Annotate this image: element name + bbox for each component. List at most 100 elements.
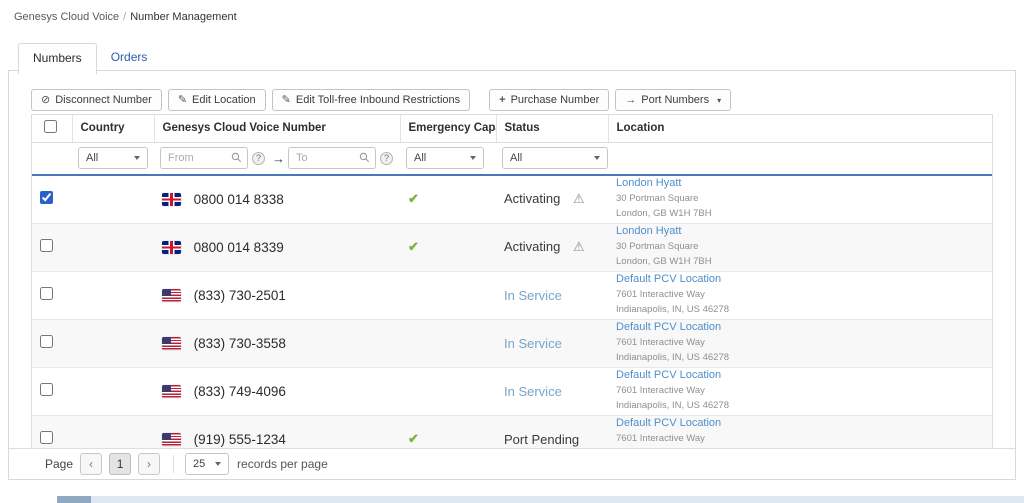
country-filter-value: All — [86, 152, 98, 164]
search-icon — [359, 152, 370, 163]
number-from-filter — [160, 147, 248, 169]
location-address-line: Indianapolis, IN, US 46278 — [616, 351, 984, 366]
status-warning-icon: ⚠ — [573, 239, 585, 254]
page-label: Page — [45, 457, 73, 471]
help-icon[interactable]: ? — [252, 152, 265, 165]
column-header-number: Genesys Cloud Voice Number — [154, 115, 400, 142]
breadcrumb: Genesys Cloud Voice / Number Management — [0, 0, 1024, 23]
port-numbers-label: Port Numbers — [641, 94, 709, 106]
column-header-location: Location — [608, 115, 992, 142]
purchase-number-button[interactable]: + Purchase Number — [489, 89, 609, 111]
column-header-country: Country — [72, 115, 154, 142]
status-filter-value: All — [510, 152, 522, 164]
location-link[interactable]: Default PCV Location — [616, 321, 984, 333]
row-checkbox[interactable] — [40, 431, 53, 444]
port-numbers-button[interactable]: → Port Numbers ▾ — [615, 89, 731, 111]
table-row: (833) 730-3558 In Service Default PCV Lo… — [32, 319, 992, 367]
next-page-button[interactable]: › — [138, 453, 160, 475]
page-size-select[interactable]: 25 — [185, 453, 229, 475]
number-to-filter — [288, 147, 376, 169]
phone-number: 0800 014 8339 — [194, 240, 284, 255]
prev-page-button[interactable]: ‹ — [80, 453, 102, 475]
location-address-line: 7601 Interactive Way — [616, 384, 984, 399]
port-arrow-icon: → — [625, 95, 636, 106]
location-address-line: 7601 Interactive Way — [616, 336, 984, 351]
us-flag-icon — [162, 289, 181, 302]
disconnect-icon: ⊘ — [41, 95, 50, 106]
numbers-table: Country Genesys Cloud Voice Number Emerg… — [31, 114, 993, 450]
scrollbar-track[interactable] — [90, 496, 1024, 503]
records-per-page-label: records per page — [237, 457, 328, 471]
chevron-down-icon: ▾ — [717, 96, 721, 105]
edit-icon: ✎ — [282, 95, 291, 106]
purchase-number-label: Purchase Number — [511, 94, 600, 106]
plus-icon: + — [499, 95, 505, 106]
emergency-filter-select[interactable]: All — [406, 147, 484, 169]
phone-number: (833) 730-2501 — [194, 288, 286, 303]
location-address-line: Indianapolis, IN, US 46278 — [616, 303, 984, 318]
tab-orders[interactable]: Orders — [97, 43, 162, 74]
status-text: In Service — [504, 288, 562, 303]
location-link[interactable]: London Hyatt — [616, 177, 984, 189]
location-link[interactable]: London Hyatt — [616, 225, 984, 237]
emergency-check-icon: ✔ — [408, 431, 419, 446]
chevron-down-icon — [134, 156, 140, 160]
location-address-line: London, GB W1H 7BH — [616, 255, 984, 270]
breadcrumb-current: Number Management — [130, 11, 236, 23]
table-row: 0800 014 8339 ✔ Activating ⚠ London Hyat… — [32, 223, 992, 271]
table-row: (833) 730-2501 In Service Default PCV Lo… — [32, 271, 992, 319]
row-checkbox[interactable] — [40, 335, 53, 348]
phone-number: 0800 014 8338 — [194, 192, 284, 207]
edit-location-button[interactable]: ✎ Edit Location — [168, 89, 266, 111]
row-checkbox[interactable] — [40, 191, 53, 204]
location-address-line: London, GB W1H 7BH — [616, 207, 984, 222]
pagination: Page ‹ 1 › 25 records per page — [9, 448, 1015, 479]
phone-number: (833) 730-3558 — [194, 336, 286, 351]
edit-tollfree-label: Edit Toll-free Inbound Restrictions — [296, 94, 460, 106]
row-checkbox[interactable] — [40, 383, 53, 396]
table-header-row: Country Genesys Cloud Voice Number Emerg… — [32, 115, 992, 142]
location-link[interactable]: Default PCV Location — [616, 369, 984, 381]
gb-flag-icon — [162, 241, 181, 254]
location-address-line: 30 Portman Square — [616, 192, 984, 207]
country-cell — [72, 319, 154, 367]
edit-icon: ✎ — [178, 95, 187, 106]
country-filter-select[interactable]: All — [78, 147, 148, 169]
us-flag-icon — [162, 337, 181, 350]
page-number-button[interactable]: 1 — [109, 453, 131, 475]
phone-number: (919) 555-1234 — [194, 432, 286, 447]
column-header-emergency: Emergency Capable — [400, 115, 496, 142]
emergency-check-icon: ✔ — [408, 191, 419, 206]
tab-numbers[interactable]: Numbers — [18, 43, 97, 74]
edit-tollfree-restrictions-button[interactable]: ✎ Edit Toll-free Inbound Restrictions — [272, 89, 471, 111]
phone-number: (833) 749-4096 — [194, 384, 286, 399]
scrollbar-thumb[interactable] — [57, 496, 91, 503]
row-checkbox[interactable] — [40, 287, 53, 300]
status-filter-select[interactable]: All — [502, 147, 608, 169]
status-text: Activating — [504, 239, 560, 254]
range-arrow-icon: → — [272, 151, 285, 166]
pagination-divider — [173, 455, 174, 473]
us-flag-icon — [162, 433, 181, 446]
horizontal-scrollbar[interactable] — [0, 496, 1024, 503]
location-link[interactable]: Default PCV Location — [616, 273, 984, 285]
chevron-down-icon — [594, 156, 600, 160]
country-cell — [72, 367, 154, 415]
column-header-status: Status — [496, 115, 608, 142]
table-row: (919) 555-1234 ✔ Port Pending Default PC… — [32, 415, 992, 450]
location-link[interactable]: Default PCV Location — [616, 417, 984, 429]
page-size-value: 25 — [193, 458, 205, 470]
select-all-checkbox[interactable] — [44, 120, 57, 133]
help-icon[interactable]: ? — [380, 152, 393, 165]
status-text: In Service — [504, 336, 562, 351]
us-flag-icon — [162, 385, 181, 398]
breadcrumb-parent-link[interactable]: Genesys Cloud Voice — [14, 11, 119, 23]
country-cell — [72, 271, 154, 319]
row-checkbox[interactable] — [40, 239, 53, 252]
chevron-down-icon — [215, 462, 221, 466]
status-warning-icon: ⚠ — [573, 191, 585, 206]
disconnect-number-button[interactable]: ⊘ Disconnect Number — [31, 89, 162, 111]
location-address-line: 7601 Interactive Way — [616, 288, 984, 303]
emergency-check-icon: ✔ — [408, 239, 419, 254]
breadcrumb-separator: / — [123, 11, 126, 23]
